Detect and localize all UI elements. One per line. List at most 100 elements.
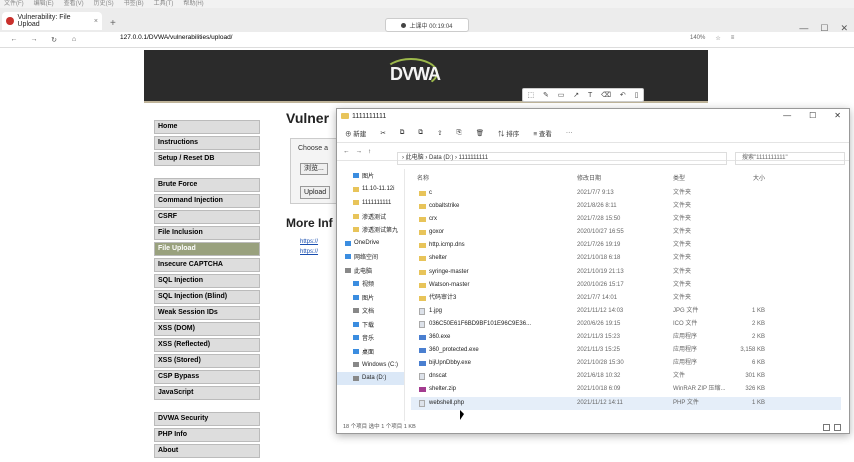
file-row[interactable]: 代码审计3 2021/7/7 14:01 文件夹	[411, 292, 841, 305]
up-icon[interactable]: ↑	[368, 148, 371, 155]
eraser-tool-icon[interactable]: ⌫	[601, 91, 611, 99]
sidebar-item-csp-bypass[interactable]: CSP Bypass	[154, 370, 260, 384]
text-tool-icon[interactable]: T	[588, 92, 592, 99]
nav-pane-item[interactable]: Data (D:)	[337, 371, 404, 385]
select-tool-icon[interactable]: ⬚	[527, 91, 534, 99]
menu-icon[interactable]: ≡	[731, 35, 735, 42]
nav-pane-item[interactable]: 图片	[337, 169, 404, 183]
sidebar-item-sql-injection[interactable]: SQL Injection	[154, 274, 260, 288]
sidebar-item-dvwa-security[interactable]: DVWA Security	[154, 412, 260, 426]
sidebar-item-about[interactable]: About	[154, 444, 260, 458]
file-row[interactable]: 360.exe 2021/11/3 15:23 应用程序 2 KB	[411, 331, 841, 344]
sidebar-item-setup-reset-db[interactable]: Setup / Reset DB	[154, 152, 260, 166]
tiles-view-icon[interactable]	[834, 424, 841, 431]
column-name[interactable]: 名称	[417, 173, 429, 182]
menu-item-6[interactable]: 帮助(H)	[183, 1, 203, 7]
new-tab-button[interactable]: +	[110, 18, 116, 29]
menu-item-1[interactable]: 编辑(E)	[34, 1, 54, 7]
toolbar-item-0[interactable]: ⊕ 新建	[345, 128, 366, 138]
recorder-indicator[interactable]: 上课中 00:19:04	[385, 18, 469, 32]
search-input[interactable]: 搜索"1111111111"	[735, 152, 845, 165]
sidebar-item-php-info[interactable]: PHP Info	[154, 428, 260, 442]
nav-pane-item[interactable]: 网络空间	[337, 250, 404, 264]
toolbar-item-7[interactable]: ⇅ 排序	[498, 128, 519, 138]
nav-pane-item[interactable]: 此电脑	[337, 264, 404, 278]
sidebar-item-weak-session-ids[interactable]: Weak Session IDs	[154, 306, 260, 320]
arrow-tool-icon[interactable]: ↗	[573, 91, 579, 99]
back-icon[interactable]: ←	[8, 36, 20, 43]
nav-pane-item[interactable]: 渗透测试	[337, 210, 404, 224]
sidebar-item-insecure-captcha[interactable]: Insecure CAPTCHA	[154, 258, 260, 272]
nav-pane-item[interactable]: 文档	[337, 304, 404, 318]
file-row[interactable]: http.icmp.dns 2021/7/26 19:19 文件夹	[411, 239, 841, 252]
toolbar-item-6[interactable]: 🗑	[476, 129, 484, 137]
maximize-icon[interactable]: ☐	[809, 111, 816, 120]
nav-pane-item[interactable]: 视频	[337, 277, 404, 291]
menu-item-2[interactable]: 查看(V)	[64, 1, 84, 7]
sidebar-item-instructions[interactable]: Instructions	[154, 136, 260, 150]
column-date[interactable]: 修改日期	[577, 173, 601, 182]
file-row[interactable]: shelter.zip 2021/10/18 6:09 WinRAR ZIP 压缩.…	[411, 383, 841, 396]
file-row[interactable]: goxor 2020/10/27 16:55 文件夹	[411, 226, 841, 239]
sidebar-item-brute-force[interactable]: Brute Force	[154, 178, 260, 192]
close-icon[interactable]: ✕	[834, 111, 841, 120]
toolbar-item-4[interactable]: ⇪	[437, 129, 442, 137]
zoom-level[interactable]: 140%	[690, 35, 705, 42]
delete-icon[interactable]: ▯	[635, 91, 639, 99]
home-icon[interactable]: ⌂	[68, 36, 80, 43]
sidebar-item-xss-reflected-[interactable]: XSS (Reflected)	[154, 338, 260, 352]
file-row[interactable]: 1.jpg 2021/11/12 14:03 JPG 文件 1 KB	[411, 305, 841, 318]
menu-item-3[interactable]: 历史(S)	[94, 1, 114, 7]
file-row[interactable]: c 2021/7/7 9:13 文件夹	[411, 187, 841, 200]
column-size[interactable]: 大小	[729, 173, 765, 182]
file-row[interactable]: 360_protected.exe 2021/11/3 15:25 应用程序 3,15…	[411, 344, 841, 357]
file-row[interactable]: 036C50E61F6BD9BF101E96C9E36... 2020/6/26 …	[411, 318, 841, 331]
column-type[interactable]: 类型	[673, 173, 685, 182]
sidebar-item-xss-stored-[interactable]: XSS (Stored)	[154, 354, 260, 368]
explorer-title-bar[interactable]: 1111111111	[337, 109, 849, 123]
sidebar-item-home[interactable]: Home	[154, 120, 260, 134]
details-view-icon[interactable]	[823, 424, 830, 431]
browser-tab[interactable]: Vulnerability: File Upload ×	[2, 12, 102, 30]
file-row[interactable]: Watson-master 2020/10/26 15:17 文件夹	[411, 279, 841, 292]
address-bar[interactable]: › 此电脑 › Data (D:) › 1111111111	[397, 152, 727, 165]
star-icon[interactable]: ☆	[715, 35, 720, 42]
file-row[interactable]: bijUpnDbby.exe 2021/10/28 15:30 应用程序 6 KB	[411, 357, 841, 370]
forward-icon[interactable]: →	[356, 148, 363, 155]
minimize-icon[interactable]: —	[783, 111, 791, 120]
sidebar-item-xss-dom-[interactable]: XSS (DOM)	[154, 322, 260, 336]
menu-item-5[interactable]: 工具(T)	[154, 1, 174, 7]
toolbar-item-2[interactable]: ⧉	[400, 129, 405, 137]
nav-pane-item[interactable]: 音乐	[337, 331, 404, 345]
toolbar-item-1[interactable]: ✂	[380, 129, 385, 137]
undo-icon[interactable]: ↶	[620, 91, 626, 99]
nav-pane-item[interactable]: 图片	[337, 291, 404, 305]
upload-button[interactable]: Upload	[300, 186, 331, 199]
file-row[interactable]: shelter 2021/10/18 6:18 文件夹	[411, 252, 841, 265]
pen-tool-icon[interactable]: ✎	[543, 91, 549, 99]
file-row[interactable]: syringe-master 2021/10/19 21:13 文件夹	[411, 266, 841, 279]
file-row[interactable]: dnscat 2021/6/18 10:32 文件 301 KB	[411, 370, 841, 383]
sidebar-item-file-inclusion[interactable]: File Inclusion	[154, 226, 260, 240]
file-row[interactable]: crx 2021/7/28 15:50 文件夹	[411, 213, 841, 226]
info-link-2[interactable]: h​ttps://	[300, 249, 318, 255]
toolbar-item-8[interactable]: ≡ 查看	[533, 128, 552, 138]
rect-tool-icon[interactable]: ▭	[558, 91, 565, 99]
info-link-1[interactable]: h​ttps://	[300, 239, 318, 245]
sidebar-item-csrf[interactable]: CSRF	[154, 210, 260, 224]
menu-item-4[interactable]: 书签(B)	[124, 1, 144, 7]
nav-pane-item[interactable]: 下载	[337, 318, 404, 332]
back-icon[interactable]: ←	[343, 148, 350, 155]
nav-pane-item[interactable]: 1111111111	[337, 196, 404, 210]
sidebar-item-javascript[interactable]: JavaScript	[154, 386, 260, 400]
sidebar-item-sql-injection-blind-[interactable]: SQL Injection (Blind)	[154, 290, 260, 304]
sidebar-item-file-upload[interactable]: File Upload	[154, 242, 260, 256]
reload-icon[interactable]: ↻	[48, 36, 60, 44]
toolbar-item-3[interactable]: ⧉	[418, 129, 423, 137]
forward-icon[interactable]: →	[28, 36, 40, 43]
menu-item-0[interactable]: 文件(F)	[4, 1, 24, 7]
nav-pane-item[interactable]: 渗透测试第九	[337, 223, 404, 237]
toolbar-item-5[interactable]: ⎘	[457, 129, 462, 137]
browse-button[interactable]: 浏览...	[300, 163, 328, 175]
nav-pane-item[interactable]: 11.10-11.12i	[337, 183, 404, 197]
